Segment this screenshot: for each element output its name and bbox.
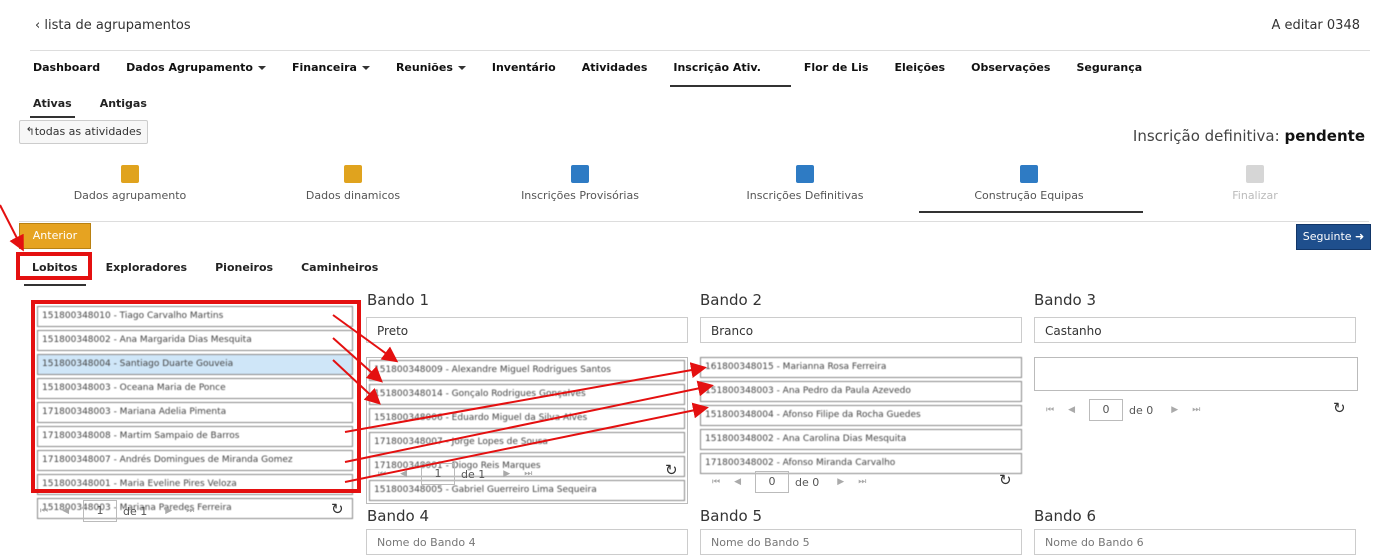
arrow: [332, 359, 381, 405]
arrow: [0, 204, 24, 252]
arrow: [344, 380, 714, 463]
annotation-arrows: [0, 204, 714, 483]
arrow: [332, 314, 399, 363]
arrow: [344, 402, 709, 483]
arrow: [344, 362, 707, 433]
